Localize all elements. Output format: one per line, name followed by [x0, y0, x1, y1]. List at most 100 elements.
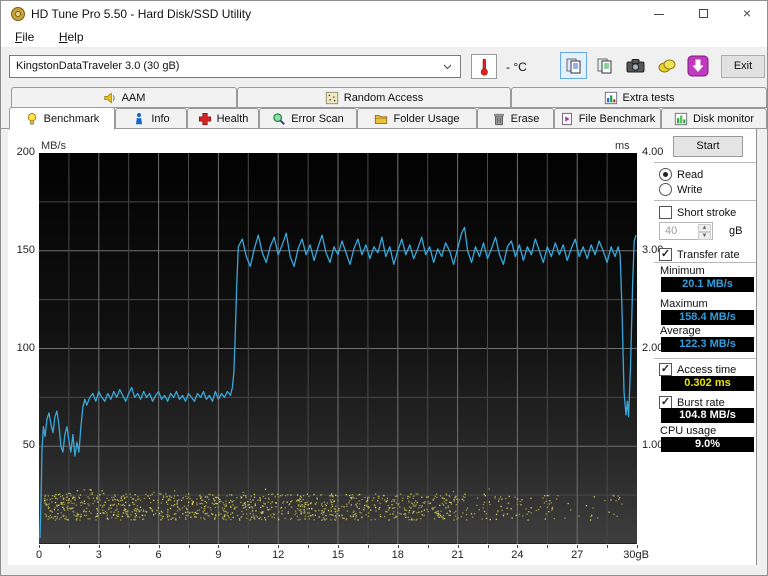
menu-help[interactable]: Help [53, 27, 90, 47]
temperature-button[interactable] [471, 54, 497, 79]
write-radio-label: Write [677, 183, 703, 196]
x-tick-mark [397, 545, 399, 548]
tab-random-access[interactable]: Random Access [237, 87, 511, 108]
menu-bar: File Help [1, 27, 767, 48]
left-axis-unit: MB/s [41, 140, 67, 152]
transfer-rate-label: Transfer rate [677, 248, 740, 261]
dice-icon [325, 91, 339, 105]
x-axis-end-label: 30gB [623, 549, 649, 561]
x-tick-mark [487, 545, 489, 548]
tab-file-benchmark[interactable]: File Benchmark [554, 108, 661, 129]
x-tick-label: 0 [35, 549, 43, 561]
average-label: Average [660, 325, 701, 337]
toolbar: KingstonDataTraveler 3.0 (30 gB) - °C Ex… [1, 48, 767, 86]
exit-button[interactable]: Exit [721, 55, 765, 78]
right-axis-unit: ms [615, 140, 630, 152]
chevron-down-icon [443, 64, 452, 70]
secondary-tab-bar: AAM Random Access Extra tests [1, 87, 767, 108]
access-time-value: 0.302 ms [661, 376, 754, 391]
close-icon: × [742, 5, 752, 21]
disk-monitor-icon [674, 112, 688, 126]
x-tick-mark [39, 545, 40, 548]
copy-text-button[interactable] [560, 52, 587, 79]
maximize-icon [698, 9, 708, 18]
info-icon [132, 112, 146, 126]
short-stroke-checkbox[interactable]: Short stroke [659, 206, 736, 219]
tab-folder-usage[interactable]: Folder Usage [357, 108, 477, 129]
menu-file[interactable]: File [9, 27, 40, 47]
tab-extra-tests[interactable]: Extra tests [511, 87, 767, 108]
drive-select-dropdown[interactable]: KingstonDataTraveler 3.0 (30 gB) [9, 55, 461, 78]
x-tick-mark [278, 545, 280, 548]
close-button[interactable]: × [725, 1, 767, 27]
minimize-button[interactable] [637, 1, 681, 27]
copy-data-button[interactable] [591, 52, 618, 79]
tab-error-scan[interactable]: Error Scan [259, 108, 357, 129]
window-title: HD Tune Pro 5.50 - Hard Disk/SSD Utility [31, 7, 252, 21]
tab-extra-tests-label: Extra tests [622, 91, 675, 104]
transfer-rate-checkbox[interactable]: ✓ Transfer rate [659, 248, 740, 261]
maximize-button[interactable] [681, 1, 725, 27]
chart-canvas [39, 153, 637, 544]
trash-icon [492, 112, 506, 126]
save-results-button[interactable] [653, 52, 680, 79]
screenshot-button[interactable] [622, 52, 649, 79]
download-button[interactable] [684, 52, 711, 79]
tab-info-label: Info [151, 112, 170, 125]
x-tick-label: 24 [511, 549, 524, 561]
stepper-arrows[interactable]: ▲ ▼ [698, 224, 711, 240]
cpu-usage-value: 9.0% [661, 437, 754, 452]
stepper-up-icon[interactable]: ▲ [698, 224, 711, 232]
thermometer-icon [480, 58, 488, 76]
x-tick-label: 27 [571, 549, 584, 561]
temperature-value: - °C [506, 60, 527, 74]
x-tick-mark [188, 545, 190, 548]
start-button[interactable]: Start [673, 136, 743, 157]
coins-icon [658, 59, 675, 72]
tab-health[interactable]: Health [187, 108, 259, 129]
separator [654, 200, 756, 202]
app-icon [11, 7, 25, 21]
x-tick-label: 21 [451, 549, 464, 561]
panel-right-edge [756, 129, 757, 565]
read-radio[interactable]: Read [659, 168, 703, 181]
average-value: 122.3 MB/s [661, 337, 754, 352]
tab-folder-usage-label: Folder Usage [393, 112, 460, 125]
cpu-usage-label: CPU usage [660, 425, 717, 437]
checkbox-icon: ✓ [659, 248, 672, 261]
tab-benchmark[interactable]: Benchmark [9, 107, 115, 130]
tab-erase[interactable]: Erase [477, 108, 554, 129]
x-tick-label: 9 [215, 549, 222, 561]
chart-icon [604, 91, 618, 105]
x-tick-mark [248, 545, 250, 548]
health-cross-icon [198, 112, 212, 126]
x-tick-mark [607, 545, 609, 548]
write-radio[interactable]: Write [659, 183, 702, 196]
tab-health-label: Health [216, 112, 249, 125]
x-tick-mark [128, 545, 130, 548]
short-stroke-unit-label: gB [729, 225, 743, 237]
maximum-value: 158.4 MB/s [661, 310, 754, 325]
access-time-checkbox[interactable]: ✓ Access time [659, 363, 736, 376]
ms-tick-label: 4.00 [642, 146, 664, 158]
x-tick-mark [577, 545, 579, 548]
burst-rate-label: Burst rate [677, 396, 725, 409]
title-bar: HD Tune Pro 5.50 - Hard Disk/SSD Utility… [1, 1, 767, 27]
x-tick-label: 15 [331, 549, 345, 561]
tab-disk-monitor[interactable]: Disk monitor [661, 108, 767, 129]
short-stroke-size-stepper[interactable]: 40 ▲ ▼ [659, 222, 713, 240]
radio-icon [659, 183, 672, 196]
radio-icon [659, 168, 672, 181]
tab-info[interactable]: Info [115, 108, 187, 129]
tab-file-benchmark-label: File Benchmark [578, 112, 656, 125]
burst-rate-value: 104.8 MB/s [661, 408, 754, 423]
minimum-value: 20.1 MB/s [661, 277, 754, 292]
tab-aam[interactable]: AAM [11, 87, 237, 108]
x-tick-mark [367, 545, 369, 548]
tab-disk-monitor-label: Disk monitor [692, 112, 755, 125]
short-stroke-label: Short stroke [677, 206, 737, 219]
separator [654, 262, 756, 264]
checkbox-icon: ✓ [659, 363, 672, 376]
stepper-down-icon[interactable]: ▼ [698, 232, 711, 240]
y-tick-label: 200 [16, 146, 35, 158]
